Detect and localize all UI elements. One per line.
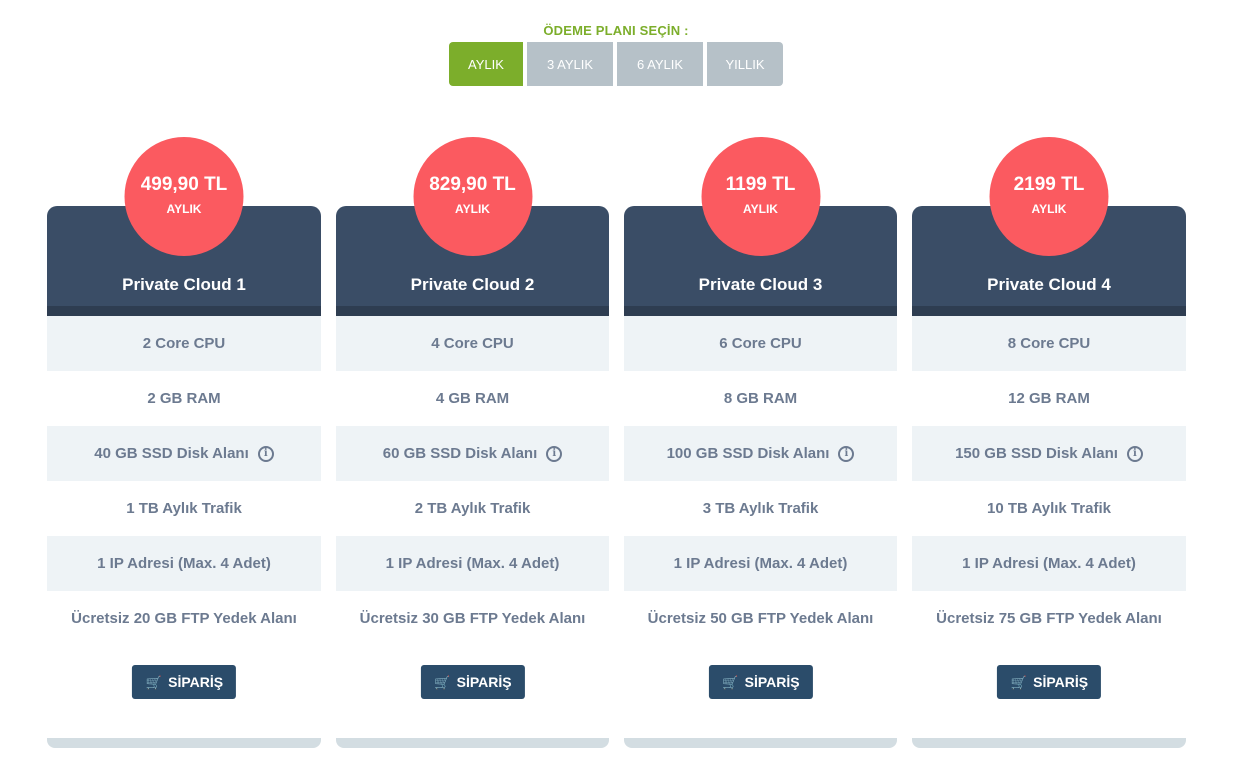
order-button-label: SİPARİŞ — [168, 674, 224, 690]
tab-3-monthly[interactable]: 3 AYLIK — [527, 42, 613, 86]
feature-ftp-backup: Ücretsiz 50 GB FTP Yedek Alanı — [624, 591, 897, 646]
card-footer: 🛒 SİPARİŞ — [47, 646, 321, 748]
order-button-label: SİPARİŞ — [456, 674, 512, 690]
order-button[interactable]: 🛒 SİPARİŞ — [996, 665, 1102, 699]
feature-disk-label: 60 GB SSD Disk Alanı — [382, 445, 538, 462]
price-amount: 2199 TL — [1013, 173, 1085, 195]
cart-icon: 🛒 — [722, 674, 739, 690]
feature-disk-label: 40 GB SSD Disk Alanı — [94, 445, 249, 462]
price-badge: 2199 TL AYLIK — [989, 137, 1109, 256]
price-period: AYLIK — [1031, 201, 1067, 216]
price-amount: 499,90 TL — [140, 173, 228, 195]
card-footer: 🛒 SİPARİŞ — [336, 646, 609, 748]
feature-disk: 60 GB SSD Disk Alanı i — [336, 426, 609, 481]
price-period: AYLIK — [166, 201, 202, 216]
feature-ip: 1 IP Adresi (Max. 4 Adet) — [912, 536, 1186, 591]
price-amount: 1199 TL — [725, 173, 796, 195]
card-title: Private Cloud 4 — [987, 275, 1111, 294]
order-button-label: SİPARİŞ — [744, 674, 800, 690]
feature-disk-label: 100 GB SSD Disk Alanı — [666, 445, 830, 462]
feature-ip: 1 IP Adresi (Max. 4 Adet) — [624, 536, 897, 591]
info-icon[interactable]: i — [546, 445, 563, 462]
feature-cpu: 8 Core CPU — [912, 316, 1186, 371]
price-badge: 499,90 TL AYLIK — [124, 137, 244, 256]
price-amount: 829,90 TL — [429, 173, 516, 195]
feature-ram: 8 GB RAM — [624, 371, 897, 426]
info-icon[interactable]: i — [257, 445, 274, 462]
feature-ram: 4 GB RAM — [336, 371, 609, 426]
pricing-cards: 499,90 TL AYLIK Private Cloud 1 2 Core C… — [47, 137, 1186, 748]
feature-disk-label: 150 GB SSD Disk Alanı — [955, 445, 1118, 462]
price-badge: 1199 TL AYLIK — [701, 137, 820, 256]
price-period: AYLIK — [455, 201, 490, 216]
payment-plan-tabs: AYLIK 3 AYLIK 6 AYLIK YILLIK — [449, 42, 783, 86]
price-period: AYLIK — [743, 201, 778, 216]
pricing-card-private-cloud-1: 499,90 TL AYLIK Private Cloud 1 2 Core C… — [47, 137, 321, 748]
feature-cpu: 4 Core CPU — [336, 316, 609, 371]
feature-ip: 1 IP Adresi (Max. 4 Adet) — [336, 536, 609, 591]
feature-ftp-backup: Ücretsiz 30 GB FTP Yedek Alanı — [336, 591, 609, 646]
info-icon[interactable]: i — [1126, 445, 1143, 462]
tab-yearly[interactable]: YILLIK — [707, 42, 783, 86]
feature-ram: 2 GB RAM — [47, 371, 321, 426]
pricing-card-private-cloud-3: 1199 TL AYLIK Private Cloud 3 6 Core CPU… — [624, 137, 897, 748]
payment-plan-title: ÖDEME PLANI SEÇİN : — [543, 23, 689, 38]
card-title: Private Cloud 3 — [698, 275, 823, 294]
info-icon[interactable]: i — [838, 445, 855, 462]
feature-traffic: 10 TB Aylık Trafik — [912, 481, 1186, 536]
card-base — [624, 738, 897, 748]
pricing-card-private-cloud-2: 829,90 TL AYLIK Private Cloud 2 4 Core C… — [336, 137, 609, 748]
feature-ftp-backup: Ücretsiz 20 GB FTP Yedek Alanı — [47, 591, 321, 646]
order-button-label: SİPARİŞ — [1033, 674, 1089, 690]
feature-traffic: 2 TB Aylık Trafik — [336, 481, 609, 536]
feature-disk: 100 GB SSD Disk Alanı i — [624, 426, 897, 481]
feature-disk: 40 GB SSD Disk Alanı i — [47, 426, 321, 481]
card-title: Private Cloud 1 — [122, 275, 246, 294]
tab-6-monthly[interactable]: 6 AYLIK — [617, 42, 703, 86]
pricing-page: ÖDEME PLANI SEÇİN : AYLIK 3 AYLIK 6 AYLI… — [0, 0, 1245, 779]
feature-traffic: 3 TB Aylık Trafik — [624, 481, 897, 536]
tab-monthly[interactable]: AYLIK — [449, 42, 523, 86]
card-base — [47, 738, 321, 748]
order-button[interactable]: 🛒 SİPARİŞ — [131, 665, 237, 699]
price-badge: 829,90 TL AYLIK — [413, 137, 532, 256]
cart-icon: 🛒 — [1010, 674, 1028, 690]
feature-cpu: 6 Core CPU — [624, 316, 897, 371]
order-button[interactable]: 🛒 SİPARİŞ — [420, 665, 525, 699]
card-title: Private Cloud 2 — [410, 275, 535, 294]
feature-traffic: 1 TB Aylık Trafik — [47, 481, 321, 536]
card-base — [336, 738, 609, 748]
feature-ip: 1 IP Adresi (Max. 4 Adet) — [47, 536, 321, 591]
order-button[interactable]: 🛒 SİPARİŞ — [708, 665, 813, 699]
feature-ram: 12 GB RAM — [912, 371, 1186, 426]
feature-cpu: 2 Core CPU — [47, 316, 321, 371]
card-base — [912, 738, 1186, 748]
feature-ftp-backup: Ücretsiz 75 GB FTP Yedek Alanı — [912, 591, 1186, 646]
card-footer: 🛒 SİPARİŞ — [624, 646, 897, 748]
pricing-card-private-cloud-4: 2199 TL AYLIK Private Cloud 4 8 Core CPU… — [912, 137, 1186, 748]
card-footer: 🛒 SİPARİŞ — [912, 646, 1186, 748]
cart-icon: 🛒 — [434, 674, 451, 690]
feature-disk: 150 GB SSD Disk Alanı i — [912, 426, 1186, 481]
cart-icon: 🛒 — [145, 674, 163, 690]
